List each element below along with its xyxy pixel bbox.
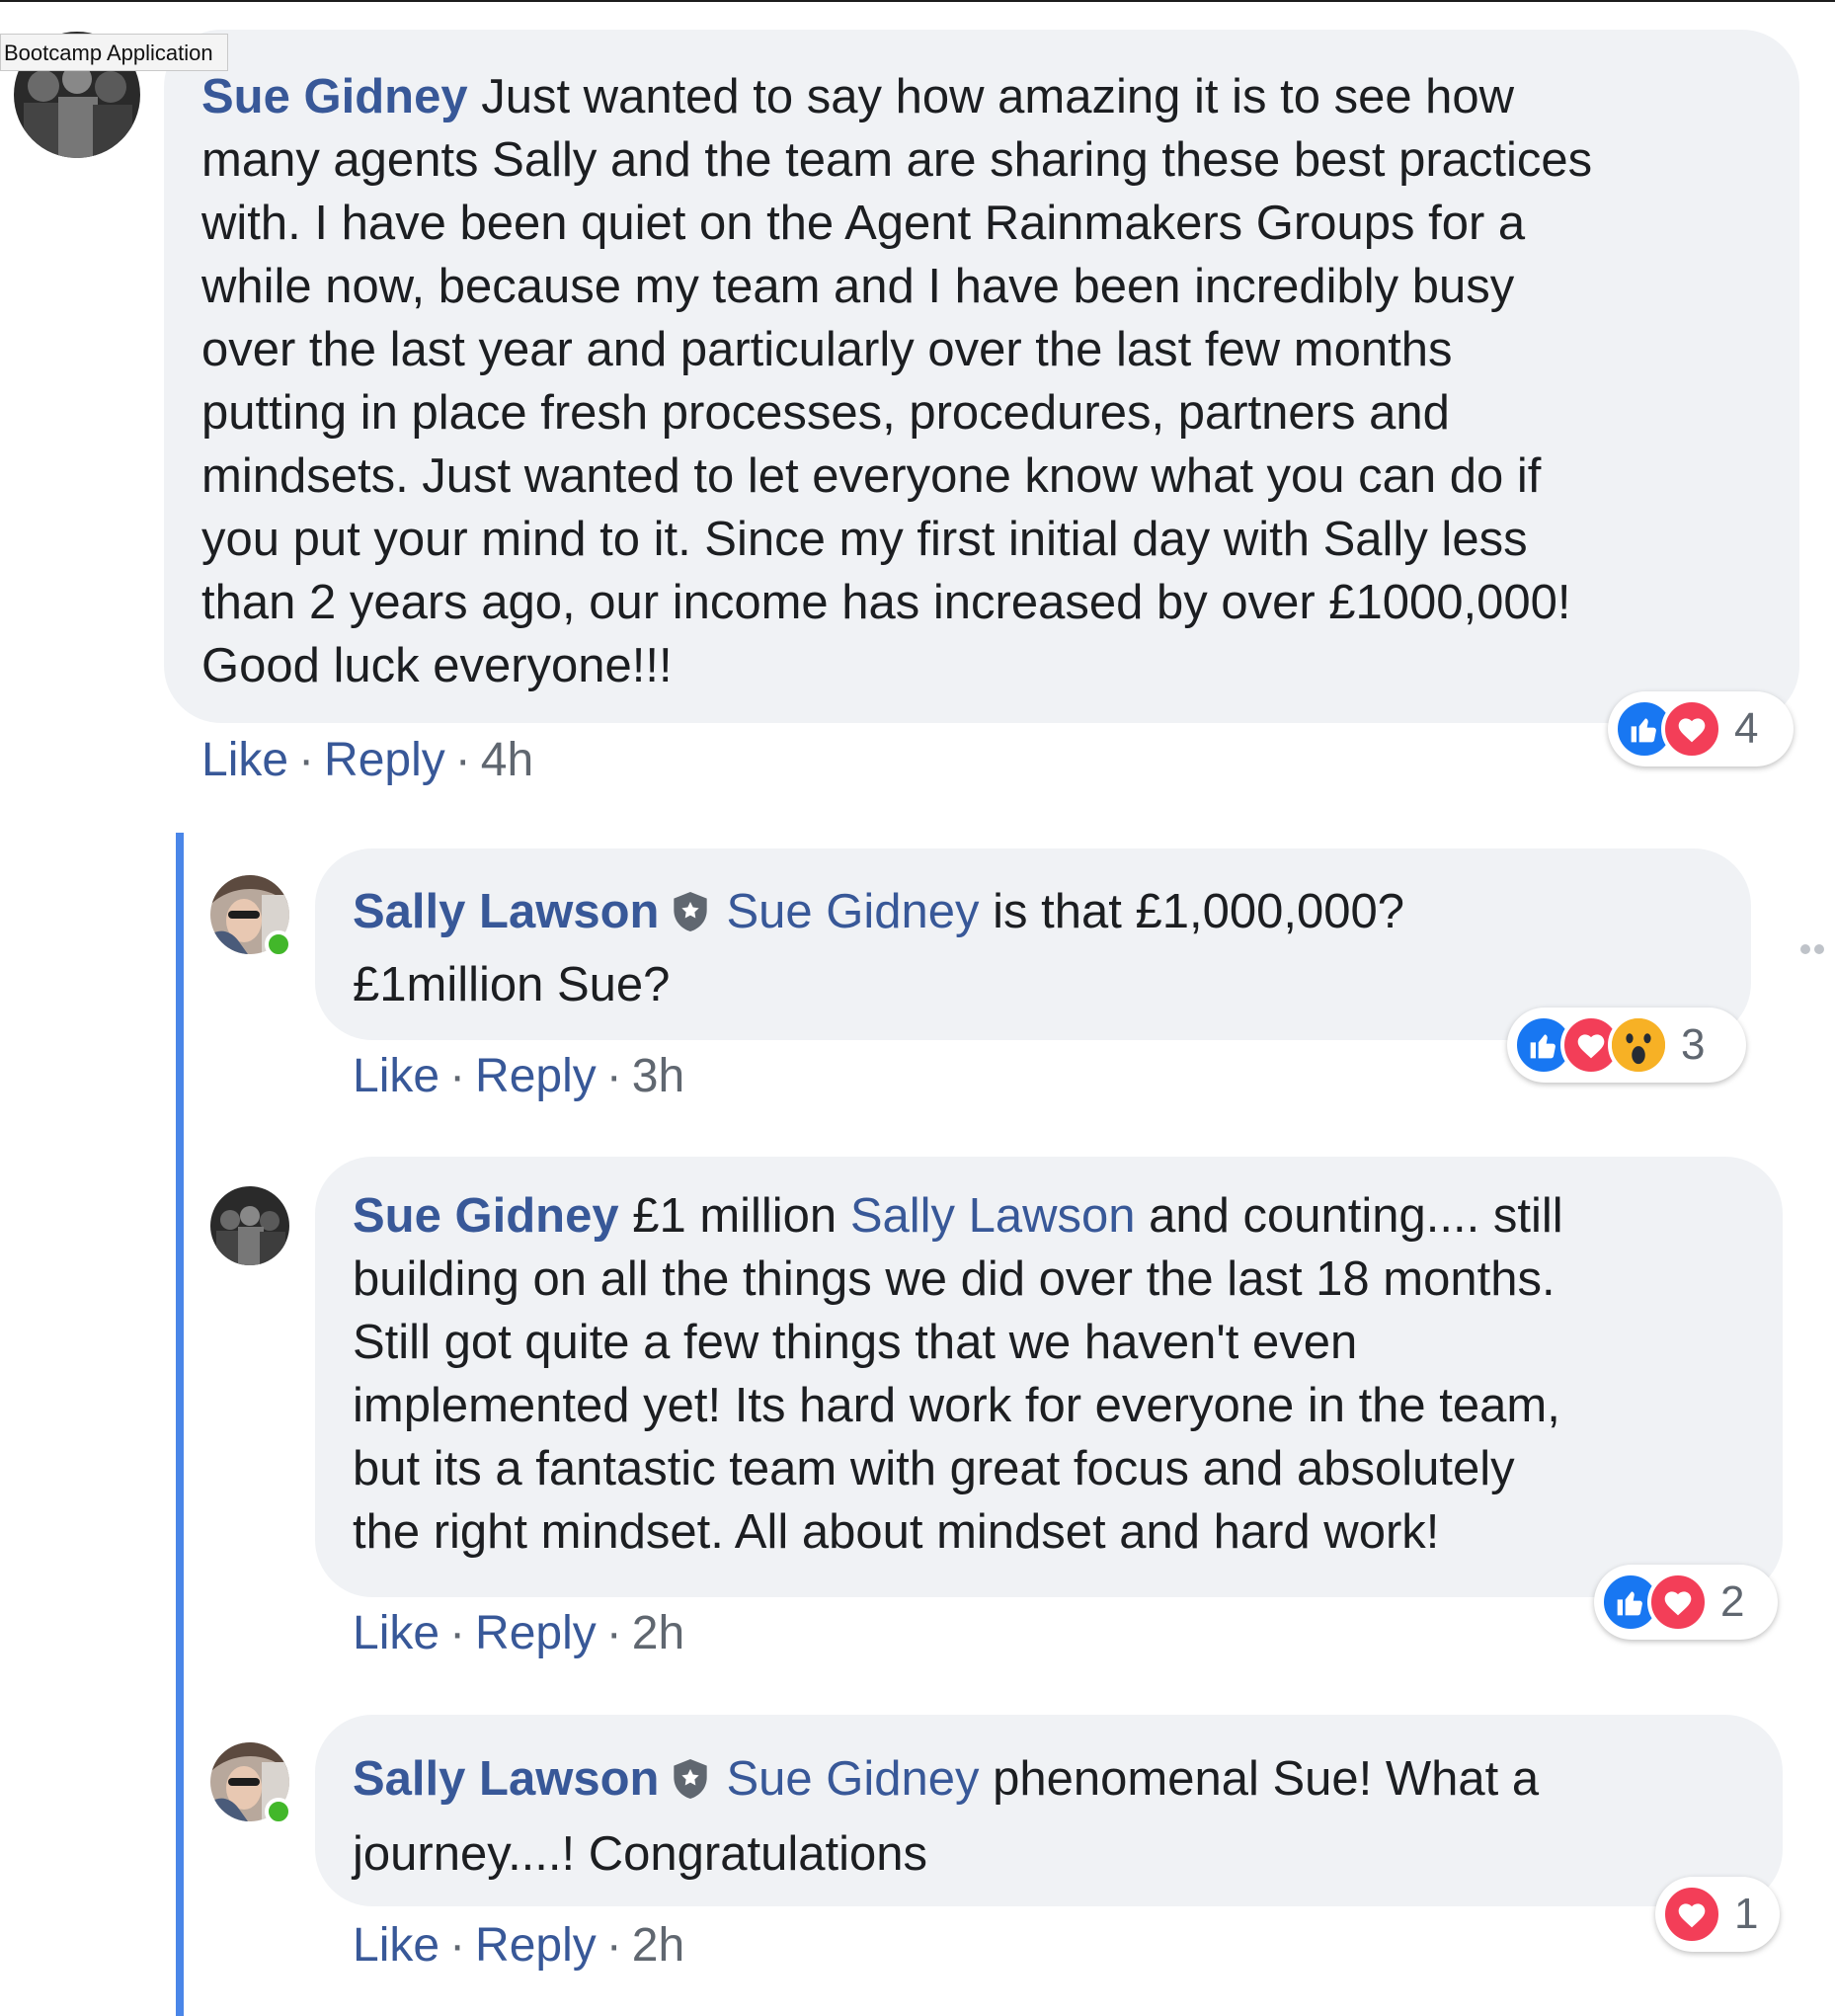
reaction-summary[interactable]: 4 [1608, 691, 1794, 766]
comment-text-line: you put your mind to it. Since my first … [201, 513, 1528, 566]
reply-link[interactable]: Reply [475, 1919, 597, 1972]
reaction-count: 2 [1720, 1577, 1745, 1626]
reply-text-line: the right mindset. All about mindset and… [353, 1505, 1440, 1559]
reply-text: and counting.... still [1149, 1189, 1563, 1243]
comment-text-line: than 2 years ago, our income has increas… [201, 576, 1571, 629]
reply-thread-line [176, 833, 184, 2016]
reaction-count: 1 [1734, 1890, 1759, 1938]
separator: · [449, 1919, 466, 1972]
reply-link[interactable]: Reply [475, 1607, 597, 1659]
reply-text-line: is that £1,000,000? [993, 885, 1404, 938]
admin-badge-icon [671, 884, 710, 951]
reply-text-line: but its a fantastic team with great focu… [353, 1442, 1515, 1495]
separator: · [449, 1607, 466, 1659]
reply-actions: Like · Reply · 2h [353, 1606, 684, 1660]
reaction-count: 4 [1734, 704, 1759, 753]
love-icon [1661, 698, 1722, 760]
like-link[interactable]: Like [201, 734, 288, 786]
separator: · [454, 734, 471, 786]
comment-text-line: mindsets. Just wanted to let everyone kn… [201, 449, 1542, 503]
online-status-indicator [265, 1798, 292, 1825]
reply-bubble: Sally Lawson Sue Gidney phenomenal Sue! W… [315, 1715, 1783, 1906]
comment-text-line: many agents Sally and the team are shari… [201, 133, 1593, 187]
admin-badge-icon [671, 1750, 710, 1819]
separator: · [298, 734, 315, 786]
comment-text-line: with. I have been quiet on the Agent Rai… [201, 197, 1526, 250]
reply-author[interactable]: Sally Lawson [353, 885, 659, 938]
love-icon [1647, 1572, 1709, 1633]
reply-bubble: Sue Gidney £1 million Sally Lawson and c… [315, 1157, 1783, 1597]
reply-actions: Like · Reply · 3h [353, 1049, 684, 1103]
comment-text-line: over the last year and particularly over… [201, 323, 1453, 376]
reply-actions: Like · Reply · 2h [353, 1918, 684, 1973]
separator: · [605, 1607, 622, 1659]
comment-text-line: while now, because my team and I have be… [201, 260, 1515, 313]
avatar[interactable] [210, 1186, 289, 1265]
reply-link[interactable]: Reply [324, 734, 445, 786]
reply-text-line: journey....! Congratulations [353, 1827, 927, 1881]
like-link[interactable]: Like [353, 1607, 439, 1659]
comment-actions: Like · Reply · 4h [201, 733, 533, 787]
comment-text-line: putting in place fresh processes, proced… [201, 386, 1450, 440]
mention-link[interactable]: Sue Gidney [726, 1752, 979, 1806]
love-icon [1661, 1884, 1722, 1945]
comment-bubble: Sue Gidney Just wanted to say how amazin… [164, 30, 1799, 723]
reaction-count: 3 [1681, 1020, 1706, 1069]
like-link[interactable]: Like [353, 1050, 439, 1102]
mention-link[interactable]: Sue Gidney [726, 885, 979, 938]
online-status-indicator [265, 930, 292, 958]
reaction-summary[interactable]: 1 [1655, 1877, 1780, 1952]
tooltip: Bootcamp Application [0, 34, 228, 71]
reply-text-line: £1million Sue? [353, 958, 671, 1011]
wow-icon [1608, 1014, 1669, 1076]
reply-text: £1 million [632, 1189, 838, 1243]
comment-text-line: Just wanted to say how amazing it is to … [481, 70, 1515, 123]
timestamp[interactable]: 3h [632, 1050, 684, 1102]
reply-text-line: Still got quite a few things that we hav… [353, 1316, 1358, 1369]
more-options-icon[interactable] [1800, 941, 1830, 955]
timestamp[interactable]: 2h [632, 1919, 684, 1972]
reaction-summary[interactable]: 2 [1594, 1565, 1778, 1640]
reply-text-line: building on all the things we did over t… [353, 1252, 1556, 1306]
reply-link[interactable]: Reply [475, 1050, 597, 1102]
reply-text-line: implemented yet! Its hard work for every… [353, 1379, 1560, 1432]
reply-author[interactable]: Sue Gidney [353, 1189, 619, 1243]
separator: · [605, 1050, 622, 1102]
timestamp[interactable]: 2h [632, 1607, 684, 1659]
reply-text-line: phenomenal Sue! What a [993, 1752, 1540, 1806]
reaction-summary[interactable]: 3 [1507, 1008, 1746, 1083]
comment-author[interactable]: Sue Gidney [201, 70, 468, 123]
comment-text-line: Good luck everyone!!! [201, 639, 673, 692]
like-link[interactable]: Like [353, 1919, 439, 1972]
window-top-border [0, 0, 1835, 2]
timestamp[interactable]: 4h [481, 734, 533, 786]
mention-link[interactable]: Sally Lawson [850, 1189, 1136, 1243]
separator: · [449, 1050, 466, 1102]
reply-author[interactable]: Sally Lawson [353, 1752, 659, 1806]
separator: · [605, 1919, 622, 1972]
